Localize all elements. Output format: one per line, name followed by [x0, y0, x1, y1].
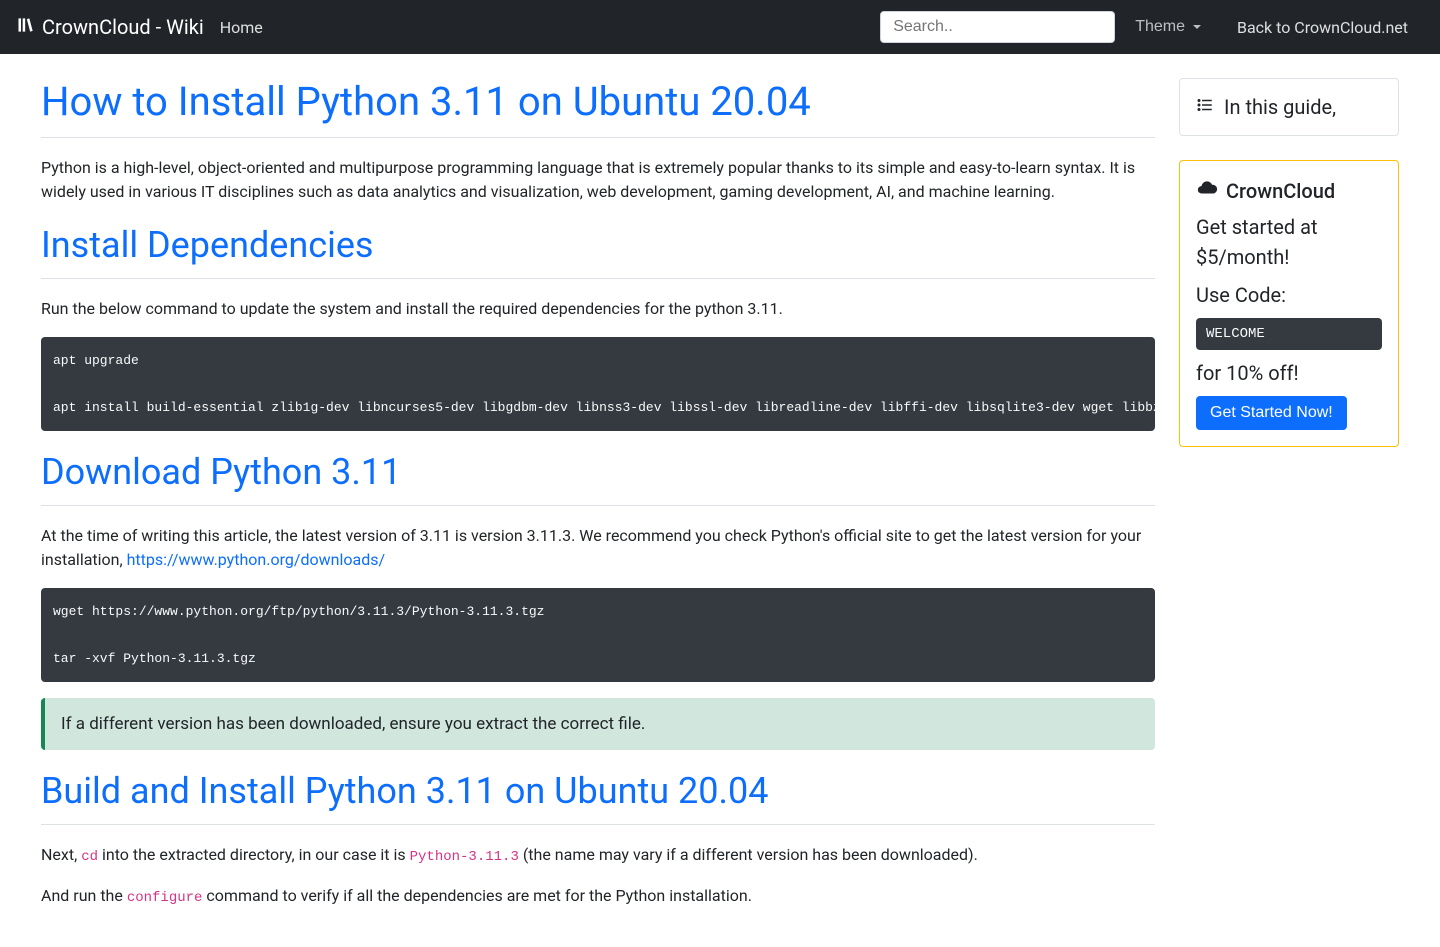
inline-code-dir: Python-3.11.3	[410, 849, 519, 865]
promo-price: Get started at $5/month!	[1196, 212, 1382, 272]
intro-paragraph: Python is a high-level, object-oriented …	[41, 156, 1155, 204]
nav-home[interactable]: Home	[204, 10, 279, 45]
build-paragraph-1: Next, cd into the extracted directory, i…	[41, 843, 1155, 868]
list-icon	[1196, 95, 1214, 119]
heading-download: Download Python 3.11	[41, 451, 1155, 493]
cloud-icon	[1196, 177, 1218, 204]
theme-dropdown[interactable]: Theme	[1123, 10, 1213, 44]
brand-text: CrownCloud - Wiki	[42, 15, 204, 39]
python-downloads-link[interactable]: https://www.python.org/downloads/	[127, 550, 385, 569]
promo-discount: for 10% off!	[1196, 358, 1382, 388]
inline-code-cd: cd	[81, 849, 98, 865]
sidebar: In this guide, CrownCloud Get started at…	[1179, 78, 1399, 925]
inline-code-configure: configure	[127, 890, 203, 906]
heading-dependencies: Install Dependencies	[41, 224, 1155, 266]
toc-label: In this guide,	[1224, 95, 1336, 119]
brand[interactable]: CrownCloud - Wiki	[16, 15, 204, 40]
divider	[41, 137, 1155, 138]
deps-code-block[interactable]: apt upgrade apt install build-essential …	[41, 337, 1155, 431]
build-paragraph-2: And run the configure command to verify …	[41, 884, 1155, 909]
books-icon	[16, 15, 36, 40]
toc-box[interactable]: In this guide,	[1179, 78, 1399, 136]
navbar: CrownCloud - Wiki Home Theme Back to Cro…	[0, 0, 1440, 54]
heading-build: Build and Install Python 3.11 on Ubuntu …	[41, 770, 1155, 812]
get-started-button[interactable]: Get Started Now!	[1196, 396, 1347, 430]
alert-success: If a different version has been download…	[41, 698, 1155, 750]
promo-code[interactable]: WELCOME	[1196, 318, 1382, 350]
divider	[41, 824, 1155, 825]
download-code-block[interactable]: wget https://www.python.org/ftp/python/3…	[41, 588, 1155, 682]
divider	[41, 278, 1155, 279]
promo-use-code: Use Code:	[1196, 280, 1382, 310]
promo-box: CrownCloud Get started at $5/month! Use …	[1179, 160, 1399, 447]
deps-paragraph: Run the below command to update the syst…	[41, 297, 1155, 321]
nav-back-link[interactable]: Back to CrownCloud.net	[1221, 10, 1424, 45]
download-paragraph: At the time of writing this article, the…	[41, 524, 1155, 572]
theme-label: Theme	[1135, 18, 1185, 36]
promo-title: CrownCloud	[1196, 177, 1382, 204]
divider	[41, 505, 1155, 506]
chevron-down-icon	[1193, 25, 1201, 29]
article-body: How to Install Python 3.11 on Ubuntu 20.…	[41, 78, 1155, 925]
search-input[interactable]	[880, 11, 1115, 43]
page-title: How to Install Python 3.11 on Ubuntu 20.…	[41, 78, 1155, 125]
